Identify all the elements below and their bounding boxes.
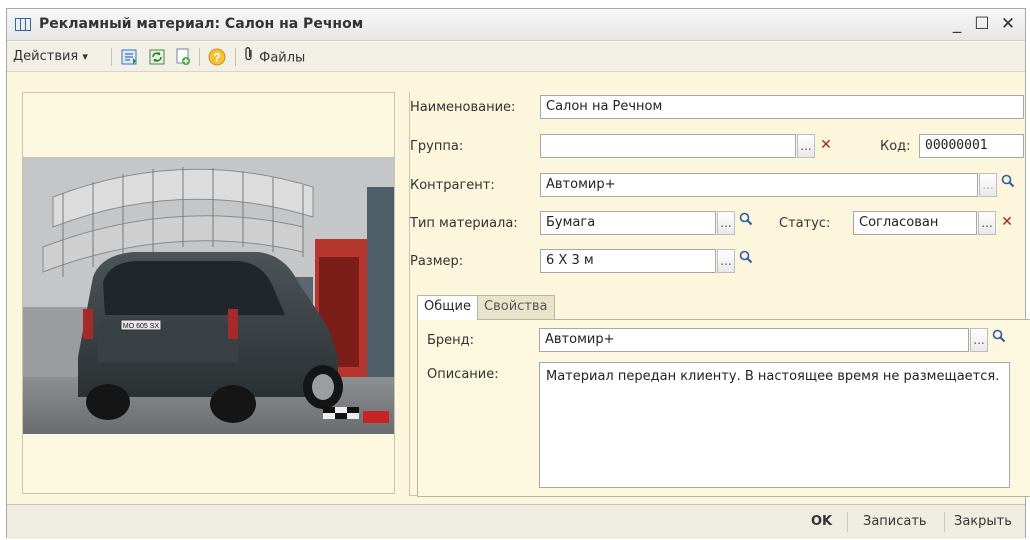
group-select-button[interactable]: ... [797,134,815,158]
type-select-button[interactable]: ... [717,211,735,235]
tab-general[interactable]: Общие [417,295,478,320]
files-button[interactable]: Файлы [243,46,305,68]
save-button[interactable]: Записать [863,514,927,529]
close-button[interactable]: Закрыть [954,514,1012,529]
footer-divider [847,512,848,532]
brand-select-button[interactable]: ... [970,328,988,352]
size-field[interactable]: 6 Х 3 м [540,249,716,273]
name-label: Наименование: [410,100,516,115]
brand-field[interactable]: Автомир+ [539,328,969,352]
status-select-button[interactable]: ... [978,211,996,235]
maximize-button[interactable]: ☐ [971,13,993,35]
paperclip-icon [243,46,255,70]
tab-properties[interactable]: Свойства [477,295,555,319]
footer-bar: OK Записать Закрыть [7,504,1025,539]
group-field[interactable] [540,134,796,158]
clear-icon[interactable]: ✕ [998,211,1016,235]
toolbar-divider [235,48,236,66]
code-field[interactable]: 00000001 [919,134,1024,158]
form-window: Рекламный материал: Салон на Речном _ ☐ … [6,8,1030,539]
refresh-icon[interactable] [147,47,167,67]
move-down-icon[interactable] [119,47,139,67]
help-icon[interactable]: ? [207,47,227,67]
svg-text:MO 605 SX: MO 605 SX [123,323,160,330]
toolbar-divider [199,48,200,66]
search-icon[interactable] [737,249,755,273]
actions-menu-label: Действия [13,49,79,64]
copy-new-icon[interactable] [173,47,193,67]
search-icon[interactable] [990,328,1008,352]
toolbar: Действия ▾ ? Файлы [7,42,1025,72]
svg-text:?: ? [213,51,220,65]
size-select-button[interactable]: ... [717,249,735,273]
material-type-field[interactable]: Бумага [540,211,716,235]
size-label: Размер: [410,254,464,269]
clear-icon[interactable]: ✕ [817,134,835,158]
counterparty-label: Контрагент: [410,178,495,193]
minimize-button[interactable]: _ [946,13,968,35]
car-photo: MO 605 SX [23,157,394,434]
files-label: Файлы [259,50,306,66]
description-label: Описание: [427,367,499,382]
code-label: Код: [880,139,911,154]
window-title: Рекламный материал: Салон на Речном [39,16,364,32]
title-bar: Рекламный материал: Салон на Речном _ ☐ … [7,9,1025,41]
actions-menu[interactable]: Действия ▾ [13,46,88,68]
status-label: Статус: [779,216,831,231]
chevron-down-icon: ▾ [82,50,88,63]
status-field[interactable]: Согласован [853,211,977,235]
catalog-icon [15,18,31,31]
search-icon[interactable] [999,173,1017,197]
description-field[interactable]: Материал передан клиенту. В настоящее вр… [539,362,1010,488]
counterparty-select-button[interactable]: ... [979,173,997,197]
search-icon[interactable] [737,211,755,235]
ok-button[interactable]: OK [811,514,832,529]
type-label: Тип материала: [410,216,518,231]
group-label: Группа: [410,139,464,154]
brand-label: Бренд: [427,333,475,348]
toolbar-divider [111,48,112,66]
photo-panel: MO 605 SX [22,92,395,494]
counterparty-field[interactable]: Автомир+ [540,173,978,197]
name-field[interactable]: Салон на Речном [540,95,1024,119]
close-window-button[interactable]: ✕ [997,13,1019,35]
footer-divider [944,512,945,532]
